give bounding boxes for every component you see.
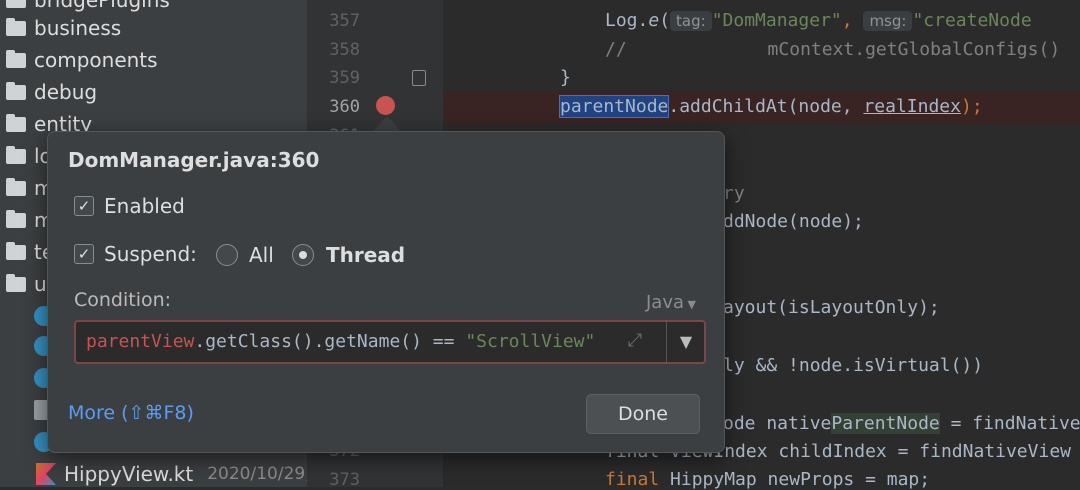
- chevron-down-icon[interactable]: ▼: [666, 322, 705, 362]
- code-line-358: // mContext.getGlobalConfigs(): [605, 39, 1061, 60]
- line-number: 358: [329, 40, 360, 60]
- folder-icon: [6, 0, 26, 8]
- suspend-all-radio[interactable]: [216, 244, 238, 266]
- line-number-current: 360: [329, 97, 360, 117]
- tree-folder[interactable]: business: [0, 12, 121, 44]
- folder-icon: [6, 81, 26, 100]
- popup-pointer: [372, 116, 402, 132]
- done-button[interactable]: Done: [586, 394, 700, 434]
- condition-text: parentView.getClass().getName() == "Scro…: [86, 331, 596, 352]
- param-hint: msg:: [863, 11, 913, 31]
- code-fragment: ddNode(node);: [723, 211, 864, 232]
- code-line-359: }: [560, 67, 571, 88]
- line-number: 359: [329, 68, 360, 88]
- code-fragment: ode nativeParentNode = findNative: [723, 413, 1080, 434]
- folder-icon: [6, 177, 26, 196]
- folder-icon: [6, 17, 26, 36]
- tree-folder[interactable]: debug: [0, 76, 97, 108]
- folder-icon: [6, 209, 26, 228]
- code-fragment: ayout(isLayoutOnly);: [723, 297, 940, 318]
- kotlin-file-icon: [36, 463, 56, 485]
- tree-folder[interactable]: m: [0, 172, 53, 204]
- code-line-357: Log.e(tag: "DomManager", msg: "createNode: [605, 10, 1032, 31]
- tree-file-hippyview[interactable]: HippyView.kt 2020/10/29,: [0, 458, 308, 487]
- suspend-checkbox[interactable]: ✓: [74, 244, 94, 264]
- folder-icon: [6, 145, 26, 164]
- expand-icon[interactable]: ⤢: [624, 330, 646, 352]
- more-link[interactable]: More (⇧⌘F8): [68, 402, 194, 424]
- folder-icon: [6, 241, 26, 260]
- code-fragment: ly && !node.isVirtual()): [723, 355, 984, 376]
- line-number: 373: [329, 470, 360, 490]
- tree-folder[interactable]: components: [0, 44, 158, 76]
- tree-folder[interactable]: u: [0, 268, 47, 300]
- language-dropdown[interactable]: Java ▼: [646, 292, 696, 313]
- enabled-label: Enabled: [104, 194, 185, 218]
- folder-icon: [6, 273, 26, 292]
- param-hint: tag:: [670, 11, 712, 31]
- folder-icon: [6, 49, 26, 68]
- tree-folder[interactable]: m: [0, 204, 53, 236]
- folder-icon: [6, 113, 26, 132]
- condition-label: Condition:: [74, 289, 172, 311]
- fold-marker-icon[interactable]: [412, 70, 426, 86]
- code-line-360: parentNode.addChildAt(node, realIndex);: [558, 95, 983, 118]
- popup-title: DomManager.java:360: [68, 148, 320, 172]
- line-number: 357: [329, 11, 360, 31]
- suspend-all-label: All: [249, 243, 274, 267]
- file-date: 2020/10/29,: [207, 464, 308, 484]
- tree-folder[interactable]: lo: [0, 140, 52, 172]
- breakpoint-popup: DomManager.java:360 ✓ Enabled ✓ Suspend:…: [47, 131, 725, 453]
- file-name: HippyView.kt: [64, 462, 194, 486]
- code-fragment: ry: [723, 183, 745, 204]
- suspend-thread-label: Thread: [326, 243, 406, 267]
- enabled-checkbox[interactable]: ✓: [74, 196, 94, 216]
- suspend-label: Suspend:: [104, 242, 197, 266]
- selected-token: parentNode: [558, 95, 670, 118]
- condition-input[interactable]: parentView.getClass().getName() == "Scro…: [74, 320, 706, 364]
- suspend-thread-radio[interactable]: [292, 244, 314, 266]
- breakpoint-icon[interactable]: [376, 96, 395, 115]
